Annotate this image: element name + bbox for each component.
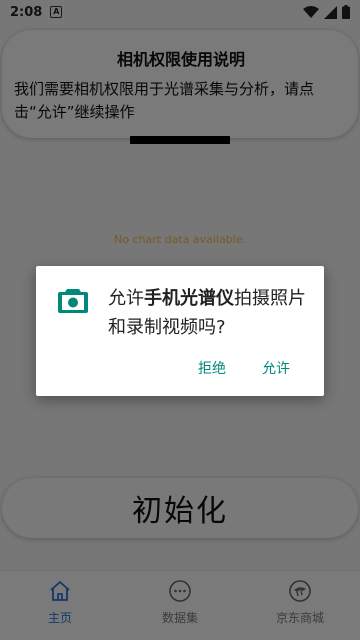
deny-button[interactable]: 拒绝 [198,358,226,378]
dialog-message: 允许手机光谱仪拍摄照片和录制视频吗? [108,284,314,342]
allow-button[interactable]: 允许 [262,358,290,378]
camera-permission-dialog: 允许手机光谱仪拍摄照片和录制视频吗? 拒绝 允许 [36,266,324,396]
dialog-message-prefix: 允许 [108,288,144,309]
camera-icon [58,289,88,313]
dialog-app-name: 手机光谱仪 [144,288,234,309]
